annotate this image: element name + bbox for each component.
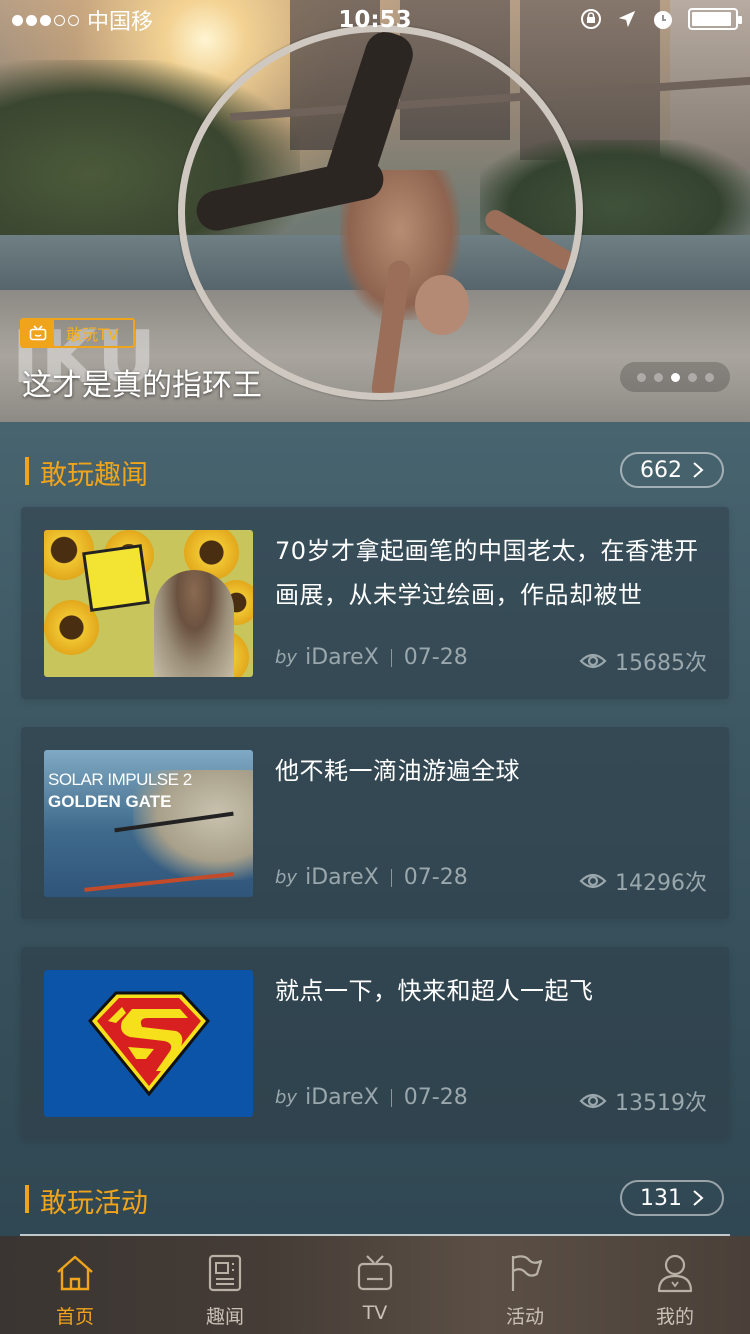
article-author: iDareX: [305, 645, 379, 670]
meta-divider: [390, 868, 392, 887]
chevron-right-icon: [693, 462, 704, 478]
tab-activities[interactable]: 活动: [450, 1236, 600, 1334]
flag-icon: [511, 1255, 543, 1291]
byline-prefix: by: [275, 1087, 298, 1108]
solar-plane-image: SOLAR IMPULSE 2 GOLDEN GATE: [44, 750, 253, 897]
byline-prefix: by: [275, 647, 298, 668]
section-count: 131: [640, 1185, 682, 1211]
superman-logo-image: [44, 970, 253, 1117]
section-header-activities: 敢玩活动 131: [0, 1175, 750, 1225]
article-views: 13519次: [579, 1085, 707, 1117]
article-date: 07-28: [403, 645, 468, 670]
rotation-lock-icon: [580, 8, 602, 30]
pagination-dot[interactable]: [636, 372, 646, 382]
tab-label: 我的: [655, 1306, 694, 1328]
view-count: 14296次: [615, 871, 707, 896]
battery-icon: [688, 8, 742, 30]
alarm-icon: [652, 8, 674, 30]
eye-icon: [579, 873, 607, 889]
section-count: 662: [640, 457, 682, 483]
eye-icon: [579, 1093, 607, 1109]
meta-divider: [390, 1088, 392, 1107]
tab-tv[interactable]: TV: [300, 1236, 450, 1334]
banner-channel-label: 敢玩TV: [66, 325, 119, 344]
article-card[interactable]: SOLAR IMPULSE 2 GOLDEN GATE 他不耗一滴油游遍全球 b…: [21, 727, 729, 919]
thumb-caption: GOLDEN GATE: [48, 792, 172, 811]
meta-divider: [390, 648, 392, 667]
home-icon: [57, 1255, 93, 1291]
tab-label: 首页: [55, 1306, 94, 1328]
section-accent-bar: [25, 1185, 29, 1213]
tab-label: TV: [362, 1302, 388, 1324]
article-views: 15685次: [579, 645, 707, 677]
article-card[interactable]: 就点一下，快来和超人一起飞 by iDareX 07-28 13519次: [21, 947, 729, 1139]
battery-level: [692, 12, 731, 26]
tab-label: 活动: [505, 1306, 544, 1328]
article-meta: by iDareX 07-28: [275, 865, 468, 890]
article-views: 14296次: [579, 865, 707, 897]
byline-prefix: by: [275, 867, 298, 888]
location-arrow-icon: [616, 8, 638, 30]
tab-profile[interactable]: 我的: [600, 1236, 750, 1334]
thumb-caption: SOLAR IMPULSE 2: [48, 770, 192, 789]
article-title[interactable]: 70岁才拿起画笔的中国老太，在香港开画展，从未学过绘画，作品却被世: [275, 529, 715, 617]
article-meta: by iDareX 07-28: [275, 645, 468, 670]
article-date: 07-28: [403, 1085, 468, 1110]
eye-icon: [579, 653, 607, 669]
pagination-dot[interactable]: [704, 372, 714, 382]
section-header-news: 敢玩趣闻 662: [0, 447, 750, 497]
tab-label: 趣闻: [205, 1306, 244, 1328]
banner-title[interactable]: 这才是真的指环王: [22, 360, 262, 404]
sunflower-painting-image: [44, 530, 253, 677]
section-title: 敢玩活动: [40, 1188, 148, 1219]
news-icon: [208, 1254, 242, 1292]
chevron-right-icon: [693, 1190, 704, 1206]
section-more-button[interactable]: 662: [620, 452, 724, 488]
pagination-dot[interactable]: [653, 372, 663, 382]
tab-news[interactable]: 趣闻: [150, 1236, 300, 1334]
article-author: iDareX: [305, 865, 379, 890]
section-more-button[interactable]: 131: [620, 1180, 724, 1216]
article-card[interactable]: 70岁才拿起画笔的中国老太，在香港开画展，从未学过绘画，作品却被世 by iDa…: [21, 507, 729, 699]
pagination-dot-active[interactable]: [670, 372, 680, 382]
hero-banner[interactable]: IKU 敢玩TV 这才是真的指环王 中国移 10:53: [0, 0, 750, 422]
view-count: 15685次: [615, 651, 707, 676]
section-accent-bar: [25, 457, 29, 485]
article-title[interactable]: 他不耗一滴油游遍全球: [275, 749, 715, 793]
tab-home[interactable]: 首页: [0, 1236, 150, 1334]
tv-icon: [22, 320, 54, 346]
banner-image-ring: [178, 25, 583, 400]
article-author: iDareX: [305, 1085, 379, 1110]
section-title: 敢玩趣闻: [40, 460, 148, 491]
tab-bar: 首页 趣闻 TV 活动 我的: [0, 1236, 750, 1334]
user-icon: [657, 1254, 693, 1293]
tv-icon: [357, 1255, 393, 1291]
article-date: 07-28: [403, 865, 468, 890]
article-title[interactable]: 就点一下，快来和超人一起飞: [275, 969, 715, 1013]
banner-channel-tag: 敢玩TV: [20, 318, 135, 348]
view-count: 13519次: [615, 1091, 707, 1116]
article-meta: by iDareX 07-28: [275, 1085, 468, 1110]
pagination-dot[interactable]: [687, 372, 697, 382]
banner-pagination[interactable]: [620, 362, 730, 392]
status-bar: 中国移 10:53: [0, 0, 750, 40]
